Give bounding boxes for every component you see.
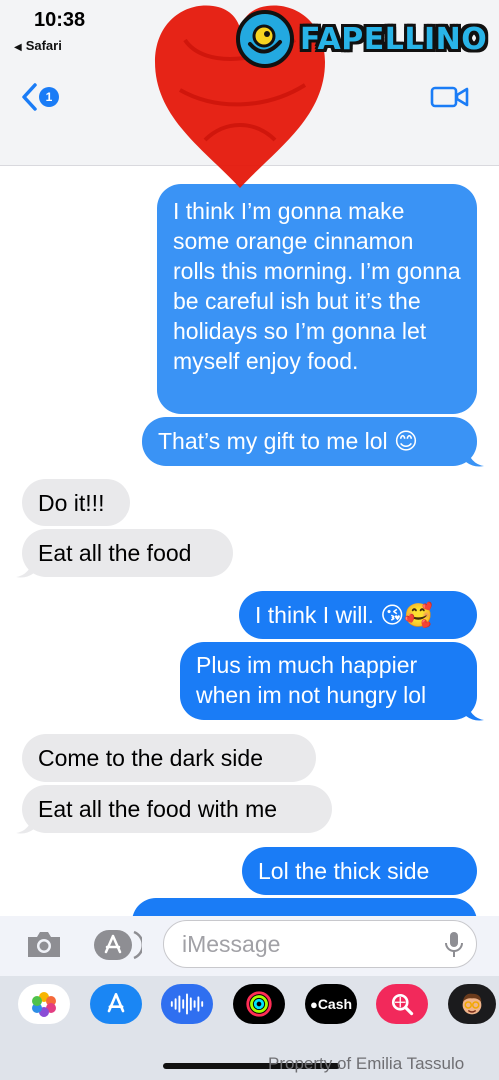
fapellino-logo: FAPELLINO <box>236 7 492 71</box>
back-app-label: Safari <box>25 38 62 53</box>
chevron-left-icon <box>22 83 37 111</box>
sent-message[interactable]: Plus im much happier when im not hungry … <box>180 642 477 720</box>
received-message[interactable]: Eat all the food with me <box>22 785 332 833</box>
microphone-icon[interactable] <box>444 931 464 959</box>
input-placeholder: iMessage <box>182 931 281 957</box>
logo-wordmark: FAPELLINO <box>300 21 488 57</box>
bubble-tail <box>466 446 484 467</box>
received-message[interactable]: Come to the dark side <box>22 734 316 782</box>
images-search-icon[interactable] <box>376 984 428 1024</box>
bubble-tail <box>16 813 34 834</box>
app-store-apps-icon[interactable] <box>92 928 142 962</box>
facetime-video-icon[interactable] <box>430 85 470 109</box>
received-message[interactable]: Eat all the food <box>22 529 233 577</box>
audio-message-icon[interactable] <box>161 984 213 1024</box>
apple-cash-icon[interactable]: ● Cash <box>305 984 357 1024</box>
status-time: 10:38 <box>34 9 86 31</box>
received-message[interactable]: Do it!!! <box>22 479 130 526</box>
bubble-tail <box>466 700 484 721</box>
bubble-tail <box>16 557 34 578</box>
sent-message-partial[interactable] <box>132 898 477 916</box>
sent-message[interactable]: Lol the thick side <box>242 847 477 895</box>
apple-logo-icon: ● <box>309 996 318 1012</box>
message-thread[interactable]: I think I’m gonna make some orange cinna… <box>0 166 499 916</box>
app-store-icon[interactable] <box>90 984 142 1024</box>
sent-message[interactable]: That’s my gift to me lol 😊 <box>142 417 477 466</box>
sent-message[interactable]: I think I’m gonna make some orange cinna… <box>157 184 477 414</box>
logo-face-icon <box>236 10 294 68</box>
back-button[interactable]: 1 <box>20 82 68 112</box>
camera-icon[interactable] <box>24 928 64 960</box>
fitness-icon[interactable] <box>233 984 285 1024</box>
imessage-input[interactable]: iMessage <box>163 920 477 968</box>
apple-cash-label: Cash <box>317 996 353 1012</box>
back-triangle-icon: ◀ <box>14 42 22 53</box>
sent-message[interactable]: I think I will. 😘🥰 <box>239 591 477 639</box>
watermark-text: Property of Emilia Tassulo <box>268 1054 465 1073</box>
memoji-icon[interactable] <box>448 984 496 1024</box>
back-to-app-link[interactable]: ◀ Safari <box>14 38 62 53</box>
photos-icon[interactable] <box>18 984 70 1024</box>
unread-badge: 1 <box>39 87 59 107</box>
